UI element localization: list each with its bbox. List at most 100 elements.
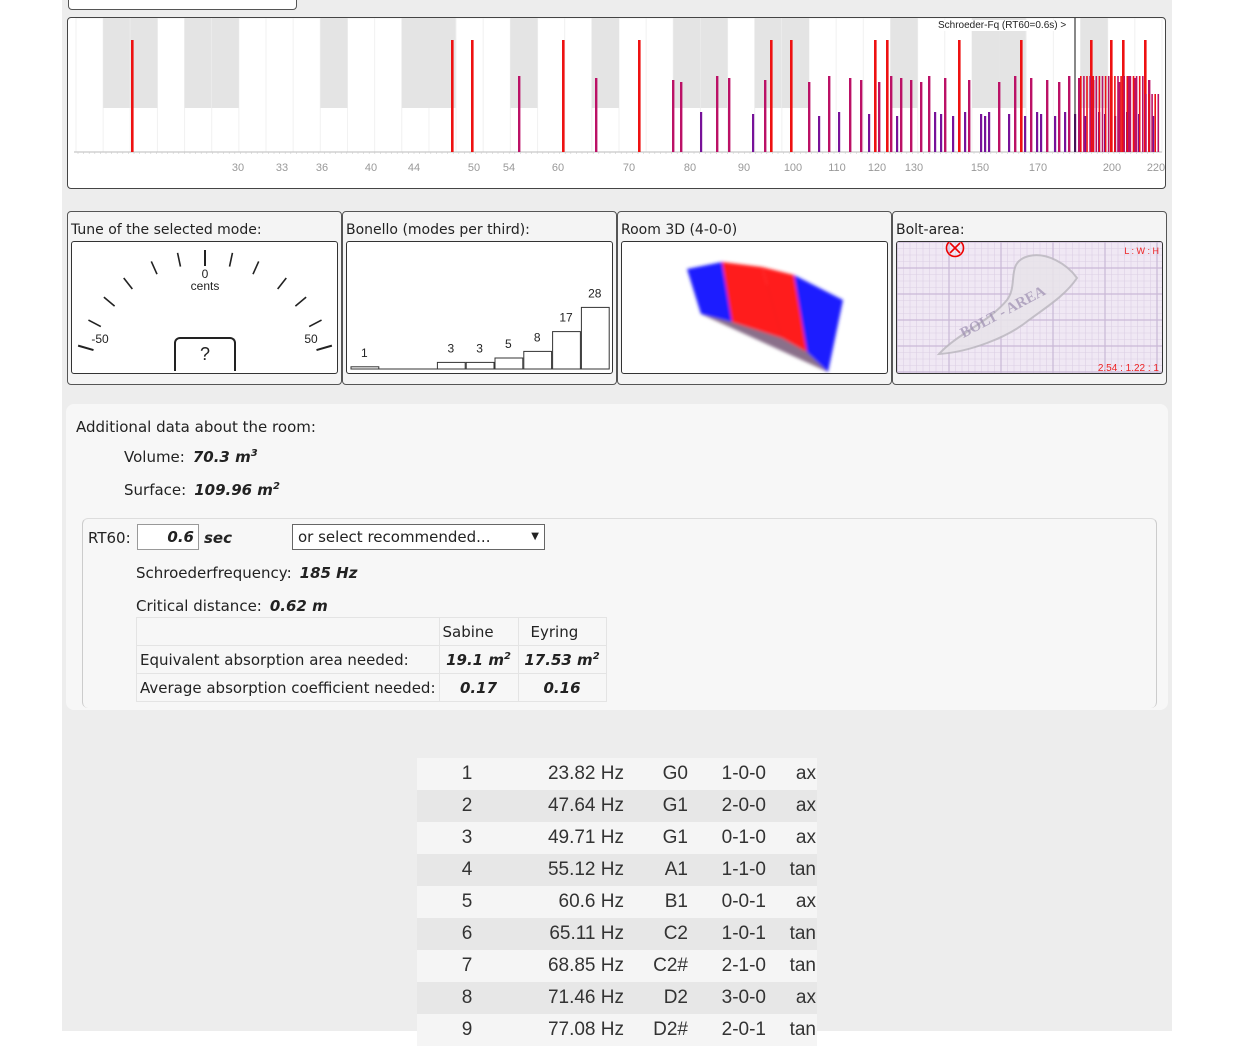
- spectrum-tick-label: 40: [365, 162, 377, 174]
- mode-note: C2#: [653, 955, 688, 976]
- mode-row[interactable]: 7 68.85 Hz C2# 2-1-0 tan: [417, 950, 817, 982]
- axial-mode-line: [770, 40, 773, 152]
- room3d-view[interactable]: [621, 241, 888, 374]
- mode-line: [1111, 76, 1113, 152]
- critical-distance-row: Critical distance: 0.62 m: [136, 597, 328, 615]
- mode-note: A1: [664, 859, 688, 880]
- mode-line: [1135, 76, 1138, 152]
- rt60-block: RT60: 0.6 sec or select recommended... ▼…: [82, 518, 1157, 708]
- mode-line: [1089, 76, 1091, 152]
- black-key: [673, 18, 701, 108]
- mode-freq: 71.46 Hz: [547, 987, 624, 1008]
- mode-row[interactable]: 9 77.08 Hz D2# 2-0-1 tan: [417, 1014, 817, 1046]
- room3d-svg: [687, 262, 843, 372]
- gauge-tick: [150, 261, 158, 275]
- mode-row[interactable]: 5 60.6 Hz B1 0-0-1 ax: [417, 886, 817, 918]
- spectrum-svg: 30 33 36 40 44 50 54 60 70 80 90 100 110 120 130 150 170…: [74, 18, 1165, 174]
- rt60-input[interactable]: 0.6: [137, 524, 199, 550]
- white-key: [347, 18, 376, 153]
- oblique-mode-line: [818, 116, 821, 152]
- absorption-coefficient-label: Average absorption coefficient needed:: [136, 673, 440, 702]
- mode-kind: ax: [795, 827, 816, 848]
- tangential-mode-line: [595, 78, 598, 152]
- black-key: [401, 18, 429, 108]
- mode-freq: 47.64 Hz: [547, 795, 624, 816]
- mode-num: 3: [461, 827, 473, 848]
- sabine-header: Sabine: [438, 617, 519, 646]
- tangential-mode-line: [928, 76, 931, 152]
- mode-line: [1080, 76, 1082, 152]
- spectrum-tick-label: 110: [828, 162, 846, 174]
- bolt-svg: BOLT - AREA L : W : H 2.54 : 1.22 : 1: [897, 242, 1162, 374]
- axial-mode-line: [451, 40, 454, 152]
- tangential-mode-line: [716, 76, 719, 152]
- spectrum-tick-label: 80: [684, 162, 696, 174]
- surface-value: 109.96 m2: [194, 481, 280, 499]
- rt60-recommended-select[interactable]: or select recommended... ▼: [292, 524, 545, 550]
- white-key: [1052, 18, 1082, 153]
- mode-line: [1142, 76, 1144, 152]
- axial-mode-line: [1020, 40, 1023, 152]
- oblique-mode-line: [838, 112, 841, 152]
- tangential-mode-line: [828, 76, 831, 152]
- oblique-mode-line: [1054, 116, 1057, 152]
- top-control-fragment[interactable]: [68, 0, 297, 10]
- white-key: [238, 18, 267, 153]
- spectrum-tick-label: 30: [232, 162, 244, 174]
- spectrum-tick-label: 36: [316, 162, 328, 174]
- volume-value: 70.3 m3: [192, 448, 258, 466]
- mode-row[interactable]: 2 47.64 Hz G1 2-0-0 ax: [417, 790, 817, 822]
- bonello-bar: [436, 361, 466, 370]
- mode-line: [1086, 76, 1088, 152]
- mode-row[interactable]: 6 65.11 Hz C2 1-0-1 tan: [417, 918, 817, 950]
- absorption-header-empty: [136, 617, 440, 646]
- white-key: [75, 18, 104, 153]
- rt60-label: RT60:: [88, 529, 131, 547]
- bonello-bar: [552, 331, 581, 370]
- tangential-mode-line: [998, 82, 1001, 152]
- white-key: [645, 18, 674, 153]
- spectrum-tick-labels: 30 33 36 40 44 50 54 60 70 80 90 100 110 120 130 150 170…: [232, 162, 1165, 174]
- oblique-mode-line: [952, 116, 955, 152]
- absorption-header-row: Sabine Eyring: [136, 617, 607, 646]
- axial-mode-line: [790, 40, 793, 152]
- black-key: [754, 18, 782, 108]
- mode-row[interactable]: 3 49.71 Hz G1 0-1-0 ax: [417, 822, 817, 854]
- mode-note: D2#: [653, 1019, 688, 1040]
- bolt-area-chart: BOLT - AREA L : W : H 2.54 : 1.22 : 1: [896, 241, 1163, 374]
- bonello-bar: [580, 306, 610, 370]
- mode-note: B1: [664, 891, 688, 912]
- oblique-mode-line: [1064, 112, 1067, 152]
- spectrum-tick-label: 150: [971, 162, 989, 174]
- spectrum-tick-label: 220: [1147, 162, 1165, 174]
- bolt-ratio-value: 2.54 : 1.22 : 1: [1098, 363, 1160, 374]
- gauge-tick: [228, 252, 234, 267]
- tangential-mode-line: [1030, 78, 1033, 152]
- schroeder-row: Schroederfrequency: 185 Hz: [136, 564, 357, 582]
- oblique-mode-line: [940, 114, 943, 152]
- tangential-mode-line: [849, 78, 852, 152]
- mode-row[interactable]: 8 71.46 Hz D2 3-0-0 ax: [417, 982, 817, 1014]
- mode-freq: 23.82 Hz: [547, 763, 624, 784]
- eyring-header: Eyring: [517, 617, 607, 646]
- white-key: [455, 18, 484, 153]
- mode-kind: ax: [795, 987, 816, 1008]
- bonello-bar: [465, 361, 495, 370]
- oblique-mode-line: [1024, 116, 1027, 152]
- mode-line: [1145, 94, 1147, 152]
- bonello-bar-label: 1: [361, 346, 368, 360]
- mode-num: 5: [461, 891, 473, 912]
- mode-kind: ax: [795, 763, 816, 784]
- tangential-mode-line: [728, 78, 731, 152]
- spectrum-tick-label: 70: [623, 162, 635, 174]
- surface-row: Surface: 109.96 m2: [124, 481, 280, 499]
- mode-freq: 65.11 Hz: [549, 923, 624, 944]
- mode-line: [1098, 76, 1101, 152]
- mode-row[interactable]: 1 23.82 Hz G0 1-0-0 ax: [417, 758, 817, 790]
- mode-row[interactable]: 4 55.12 Hz A1 1-1-0 tan: [417, 854, 817, 886]
- spectrum-tick-label: 130: [905, 162, 923, 174]
- tangential-mode-line: [890, 76, 893, 152]
- mode-spectrum-chart[interactable]: 30 33 36 40 44 50 54 60 70 80 90 100 110 120 130 150 170…: [67, 17, 1166, 189]
- mode-line: [1114, 76, 1116, 152]
- oblique-mode-line: [964, 112, 967, 152]
